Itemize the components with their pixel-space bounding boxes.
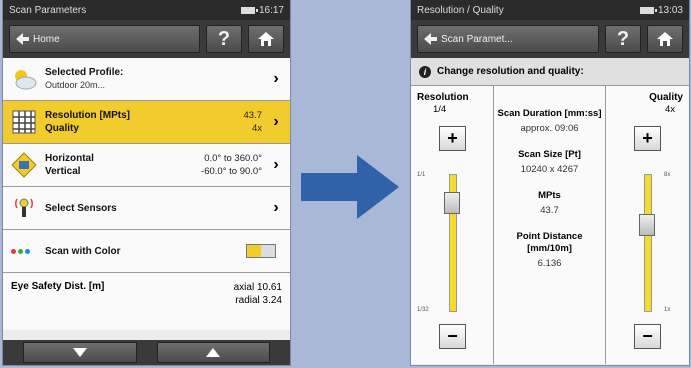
clock: 13:03 bbox=[657, 4, 683, 16]
quality-label: Quality bbox=[649, 92, 683, 103]
quality-tick-bottom: 1x bbox=[664, 307, 671, 313]
color-toggle[interactable] bbox=[246, 244, 276, 258]
scan-stats-panel: Scan Duration [mm:ss] approx. 09:06 Scan… bbox=[494, 86, 606, 364]
dot-red bbox=[11, 248, 16, 254]
quality-slider[interactable] bbox=[644, 174, 652, 312]
vertical-value: -60.0° to 90.0° bbox=[201, 166, 262, 177]
scroll-down-button[interactable] bbox=[23, 342, 137, 363]
select-sensors-row[interactable]: Select Sensors › bbox=[3, 187, 290, 230]
scan-parameters-back-button[interactable]: Scan Paramet... bbox=[417, 25, 599, 53]
chevron-right-icon: › bbox=[273, 113, 279, 130]
chevron-right-icon: › bbox=[273, 199, 279, 216]
select-sensors-label: Select Sensors bbox=[45, 202, 117, 214]
resolution-quality-row[interactable]: Resolution [MPts] Quality 43.7 4x › bbox=[3, 101, 290, 144]
scan-duration-label: Scan Duration [mm:ss] bbox=[497, 108, 602, 119]
weather-icon bbox=[11, 66, 37, 92]
quality-slider-thumb[interactable] bbox=[639, 214, 655, 236]
eye-safety-label: Eye Safety Dist. [m] bbox=[11, 281, 105, 292]
home-icon bbox=[258, 32, 274, 46]
scan-size-value: 10240 x 4267 bbox=[520, 164, 579, 175]
point-distance-value: 6.136 bbox=[537, 258, 562, 269]
dot-green bbox=[18, 248, 23, 254]
toolbar: Scan Paramet... ? bbox=[411, 20, 689, 58]
home-icon bbox=[657, 32, 673, 46]
quality-value: 4x bbox=[664, 104, 675, 115]
bottom-nav bbox=[3, 340, 290, 365]
toolbar: Home ? bbox=[3, 20, 290, 58]
info-icon: i bbox=[419, 65, 431, 78]
field-of-view-row[interactable]: Horizontal Vertical 0.0° to 360.0° -60.0… bbox=[3, 144, 290, 187]
resolution-slider-thumb[interactable] bbox=[444, 192, 460, 214]
screen-title: Scan Parameters bbox=[9, 4, 87, 16]
quality-tick-top: 8x bbox=[664, 172, 671, 178]
info-text: Change resolution and quality: bbox=[437, 66, 584, 77]
point-distance-label: Point Distance [mm/10m] bbox=[516, 231, 583, 254]
resolution-value: 43.7 bbox=[243, 110, 263, 121]
quality-panel: Quality 4x + 8x 1x − bbox=[606, 86, 689, 364]
resolution-tick-bottom: 1/32 bbox=[417, 307, 429, 313]
chevron-right-icon: › bbox=[273, 70, 279, 87]
sensor-icon bbox=[11, 195, 37, 221]
eye-safety-row: Eye Safety Dist. [m] axial 10.61 radial … bbox=[3, 273, 290, 330]
arrow-down-icon bbox=[72, 348, 87, 357]
axial-value: axial 10.61 bbox=[233, 282, 282, 293]
battery-icon bbox=[639, 6, 657, 14]
vertical-label: Vertical bbox=[45, 166, 81, 177]
screen-title: Resolution / Quality bbox=[417, 4, 504, 16]
help-button[interactable]: ? bbox=[206, 25, 242, 53]
dot-blue bbox=[25, 248, 30, 254]
scan-size-label: Scan Size [Pt] bbox=[518, 149, 581, 160]
horizontal-label: Horizontal bbox=[45, 153, 94, 164]
info-bar: i Change resolution and quality: bbox=[411, 58, 689, 86]
selected-profile-row[interactable]: Selected Profile: Outdoor 20m... › bbox=[3, 58, 290, 101]
chevron-right-icon: › bbox=[273, 156, 279, 173]
transition-arrow-icon bbox=[301, 155, 399, 219]
arrow-left-icon bbox=[16, 33, 29, 45]
quality-label: Quality bbox=[45, 123, 79, 134]
scan-area-icon bbox=[11, 152, 37, 178]
help-button[interactable]: ? bbox=[605, 25, 641, 53]
home-button[interactable] bbox=[248, 25, 284, 53]
resolution-minus-button[interactable]: − bbox=[439, 324, 466, 349]
scan-with-color-row: Scan with Color bbox=[3, 230, 290, 273]
resolution-value: 1/4 bbox=[433, 104, 447, 115]
battery-icon bbox=[240, 6, 258, 14]
scroll-up-button[interactable] bbox=[156, 342, 270, 363]
scan-duration-value: approx. 09:06 bbox=[520, 123, 579, 134]
home-button[interactable] bbox=[647, 25, 683, 53]
resolution-label: Resolution bbox=[417, 92, 469, 103]
clock: 16:17 bbox=[258, 4, 284, 16]
horizontal-value: 0.0° to 360.0° bbox=[204, 153, 262, 164]
resolution-panel: Resolution 1/4 + 1/1 1/32 − bbox=[411, 86, 494, 364]
resolution-grid-icon bbox=[11, 109, 37, 135]
arrow-left-icon bbox=[424, 33, 437, 45]
arrow-up-icon bbox=[206, 348, 221, 357]
color-dots-icon bbox=[11, 238, 37, 264]
resolution-plus-button[interactable]: + bbox=[439, 126, 466, 151]
quality-minus-button[interactable]: − bbox=[634, 324, 661, 349]
row-title: Selected Profile: bbox=[45, 67, 124, 78]
back-label: Home bbox=[33, 33, 60, 45]
resolution-tick-top: 1/1 bbox=[417, 172, 426, 178]
mpts-label: MPts bbox=[538, 190, 561, 201]
quality-plus-button[interactable]: + bbox=[634, 126, 661, 151]
radial-value: radial 3.24 bbox=[235, 295, 282, 306]
back-label: Scan Paramet... bbox=[441, 33, 513, 45]
mpts-value: 43.7 bbox=[540, 205, 559, 216]
quality-value: 4x bbox=[251, 123, 262, 134]
scan-with-color-label: Scan with Color bbox=[45, 245, 121, 257]
resolution-label: Resolution [MPts] bbox=[45, 110, 130, 121]
status-bar: Resolution / Quality 13:03 bbox=[411, 0, 689, 20]
row-subtitle: Outdoor 20m... bbox=[45, 80, 106, 90]
resolution-quality-screen: Resolution / Quality 13:03 Scan Paramet.… bbox=[411, 0, 689, 365]
home-back-button[interactable]: Home bbox=[9, 25, 200, 53]
status-bar: Scan Parameters 16:17 bbox=[3, 0, 290, 20]
scan-parameters-screen: Scan Parameters 16:17 Home ? Selected Pr… bbox=[3, 0, 290, 365]
